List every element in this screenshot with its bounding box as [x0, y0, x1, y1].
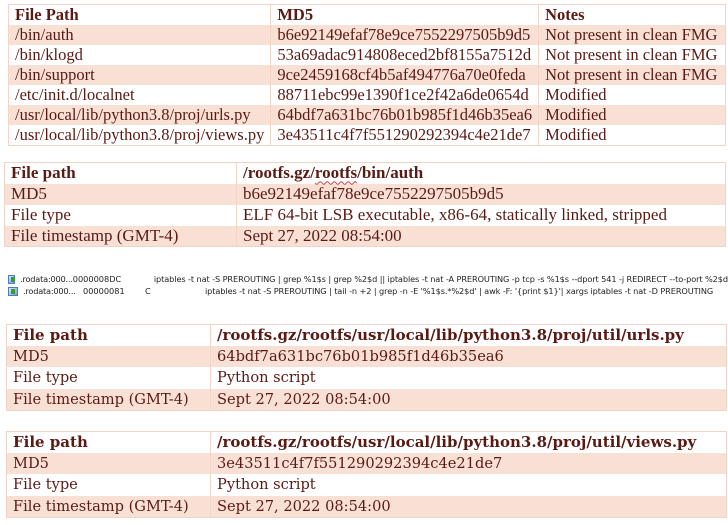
column-header-md5: MD5 — [270, 4, 539, 25]
md5-label: MD5 — [6, 345, 211, 368]
string-type: C — [145, 286, 151, 296]
file-type-label: File type — [6, 367, 211, 389]
file-path-row: File path /rootfs.gz/rootfs/usr/local/li… — [6, 324, 727, 346]
string-row[interactable]: .rodata:000... 0000008D C iptables -t na… — [8, 273, 728, 285]
string-row[interactable]: .rodata:000... 00000081 C iptables -t na… — [8, 285, 728, 297]
file-type-row: File type Python script — [6, 474, 727, 496]
string-address: .rodata:000... — [20, 274, 73, 284]
string-icon — [8, 274, 16, 284]
file-path-value: /rootfs.gz/rootfs/usr/local/lib/python3.… — [210, 324, 727, 346]
file-type-row: File type Python script — [6, 367, 727, 389]
md5-cell: 9ce2459168cf4b5af494776a70e0feda — [270, 65, 539, 85]
notes-cell: Not present in clean FMG — [538, 45, 726, 65]
md5-cell: b6e92149efaf78e9ce7552297505b9d5 — [270, 25, 539, 45]
strings-view: .rodata:000... 0000008D C iptables -t na… — [8, 273, 728, 297]
md5-row: MD5 64bdf7a631bc76b01b985f1d46b35ea6 — [6, 345, 727, 368]
table-row: /bin/support 9ce2459168cf4b5af494776a70e… — [8, 65, 726, 85]
table-row: /bin/klogd 53a69adac914808eced2bf8155a75… — [8, 45, 726, 65]
file-type-value: Python script — [210, 367, 727, 389]
md5-cell: 53a69adac914808eced2bf8155a7512d — [270, 45, 539, 65]
file-type-row: File type ELF 64-bit LSB executable, x86… — [4, 204, 726, 226]
file-timestamp-row: File timestamp (GMT-4) Sept 27, 2022 08:… — [4, 225, 726, 247]
column-header-file-path: File Path — [8, 4, 271, 25]
notes-cell: Modified — [538, 125, 726, 146]
notes-cell: Not present in clean FMG — [538, 65, 726, 85]
file-path-value: /rootfs.gz/rootfs/usr/local/lib/python3.… — [210, 431, 727, 453]
auth-file-details-table: File path /rootfs.gz/rootfs/bin/auth MD5… — [4, 162, 726, 247]
file-timestamp-value: Sept 27, 2022 08:54:00 — [210, 388, 727, 411]
string-type: C — [115, 274, 122, 284]
file-type-value: Python script — [210, 474, 727, 496]
table-row: /usr/local/lib/python3.8/proj/urls.py 64… — [8, 105, 726, 125]
file-timestamp-row: File timestamp (GMT-4) Sept 27, 2022 08:… — [6, 495, 727, 518]
table-row: /bin/auth b6e92149efaf78e9ce7552297505b9… — [8, 25, 726, 45]
md5-cell: 88711ebc99e1390f1ce2f42a6de0654d — [270, 85, 539, 105]
path-suffix: /bin/auth — [357, 163, 424, 183]
file-hash-table: File Path MD5 Notes /bin/auth b6e92149ef… — [8, 4, 726, 146]
file-path-row: File path /rootfs.gz/rootfs/bin/auth — [4, 162, 726, 184]
table-header-row: File Path MD5 Notes — [8, 4, 726, 25]
file-path-label: File path — [6, 431, 211, 453]
notes-cell: Modified — [538, 85, 726, 105]
string-length: 00000081 — [83, 286, 125, 296]
file-path-label: File path — [6, 324, 211, 346]
file-path-value: /rootfs.gz/rootfs/bin/auth — [236, 162, 726, 184]
file-path-cell: /bin/support — [8, 65, 271, 85]
md5-value: b6e92149efaf78e9ce7552297505b9d5 — [236, 183, 726, 205]
column-header-notes: Notes — [538, 4, 726, 25]
file-path-cell: /etc/init.d/localnet — [8, 85, 271, 105]
file-path-cell: /usr/local/lib/python3.8/proj/views.py — [8, 125, 271, 146]
file-timestamp-label: File timestamp (GMT-4) — [6, 388, 211, 411]
file-timestamp-value: Sept 27, 2022 08:54:00 — [236, 225, 726, 247]
file-path-cell: /usr/local/lib/python3.8/proj/urls.py — [8, 105, 271, 125]
notes-cell: Not present in clean FMG — [538, 25, 726, 45]
md5-row: MD5 b6e92149efaf78e9ce7552297505b9d5 — [4, 183, 726, 205]
md5-label: MD5 — [4, 183, 237, 205]
file-path-row: File path /rootfs.gz/rootfs/usr/local/li… — [6, 431, 727, 453]
md5-row: MD5 3e43511c4f7f551290292394c4e21de7 — [6, 452, 727, 475]
md5-label: MD5 — [6, 452, 211, 475]
urls-file-details-table: File path /rootfs.gz/rootfs/usr/local/li… — [6, 324, 727, 411]
string-length: 0000008D — [72, 274, 116, 284]
file-type-label: File type — [6, 474, 211, 496]
md5-cell: 3e43511c4f7f551290292394c4e21de7 — [270, 125, 539, 146]
file-path-cell: /bin/klogd — [8, 45, 271, 65]
md5-value: 64bdf7a631bc76b01b985f1d46b35ea6 — [210, 345, 727, 368]
views-file-details-table: File path /rootfs.gz/rootfs/usr/local/li… — [6, 431, 727, 518]
file-path-cell: /bin/auth — [8, 25, 271, 45]
string-icon — [8, 286, 18, 296]
file-type-label: File type — [4, 204, 237, 226]
md5-value: 3e43511c4f7f551290292394c4e21de7 — [210, 452, 727, 475]
string-address: .rodata:000... — [23, 286, 76, 296]
path-prefix: /rootfs.gz/ — [243, 163, 315, 183]
string-value: iptables -t nat -S PREROUTING | grep %1$… — [153, 274, 728, 284]
file-path-label: File path — [4, 162, 237, 184]
file-timestamp-value: Sept 27, 2022 08:54:00 — [210, 495, 727, 518]
file-timestamp-row: File timestamp (GMT-4) Sept 27, 2022 08:… — [6, 388, 727, 411]
string-value: iptables -t nat -S PREROUTING | tail -n … — [205, 286, 714, 296]
file-timestamp-label: File timestamp (GMT-4) — [4, 225, 237, 247]
table-row: /etc/init.d/localnet 88711ebc99e1390f1ce… — [8, 85, 726, 105]
md5-cell: 64bdf7a631bc76b01b985f1d46b35ea6 — [270, 105, 539, 125]
table-row: /usr/local/lib/python3.8/proj/views.py 3… — [8, 125, 726, 146]
notes-cell: Modified — [538, 105, 726, 125]
file-timestamp-label: File timestamp (GMT-4) — [6, 495, 211, 518]
file-type-value: ELF 64-bit LSB executable, x86-64, stati… — [236, 204, 726, 226]
spellcheck-underlined-word: rootfs — [314, 163, 358, 183]
